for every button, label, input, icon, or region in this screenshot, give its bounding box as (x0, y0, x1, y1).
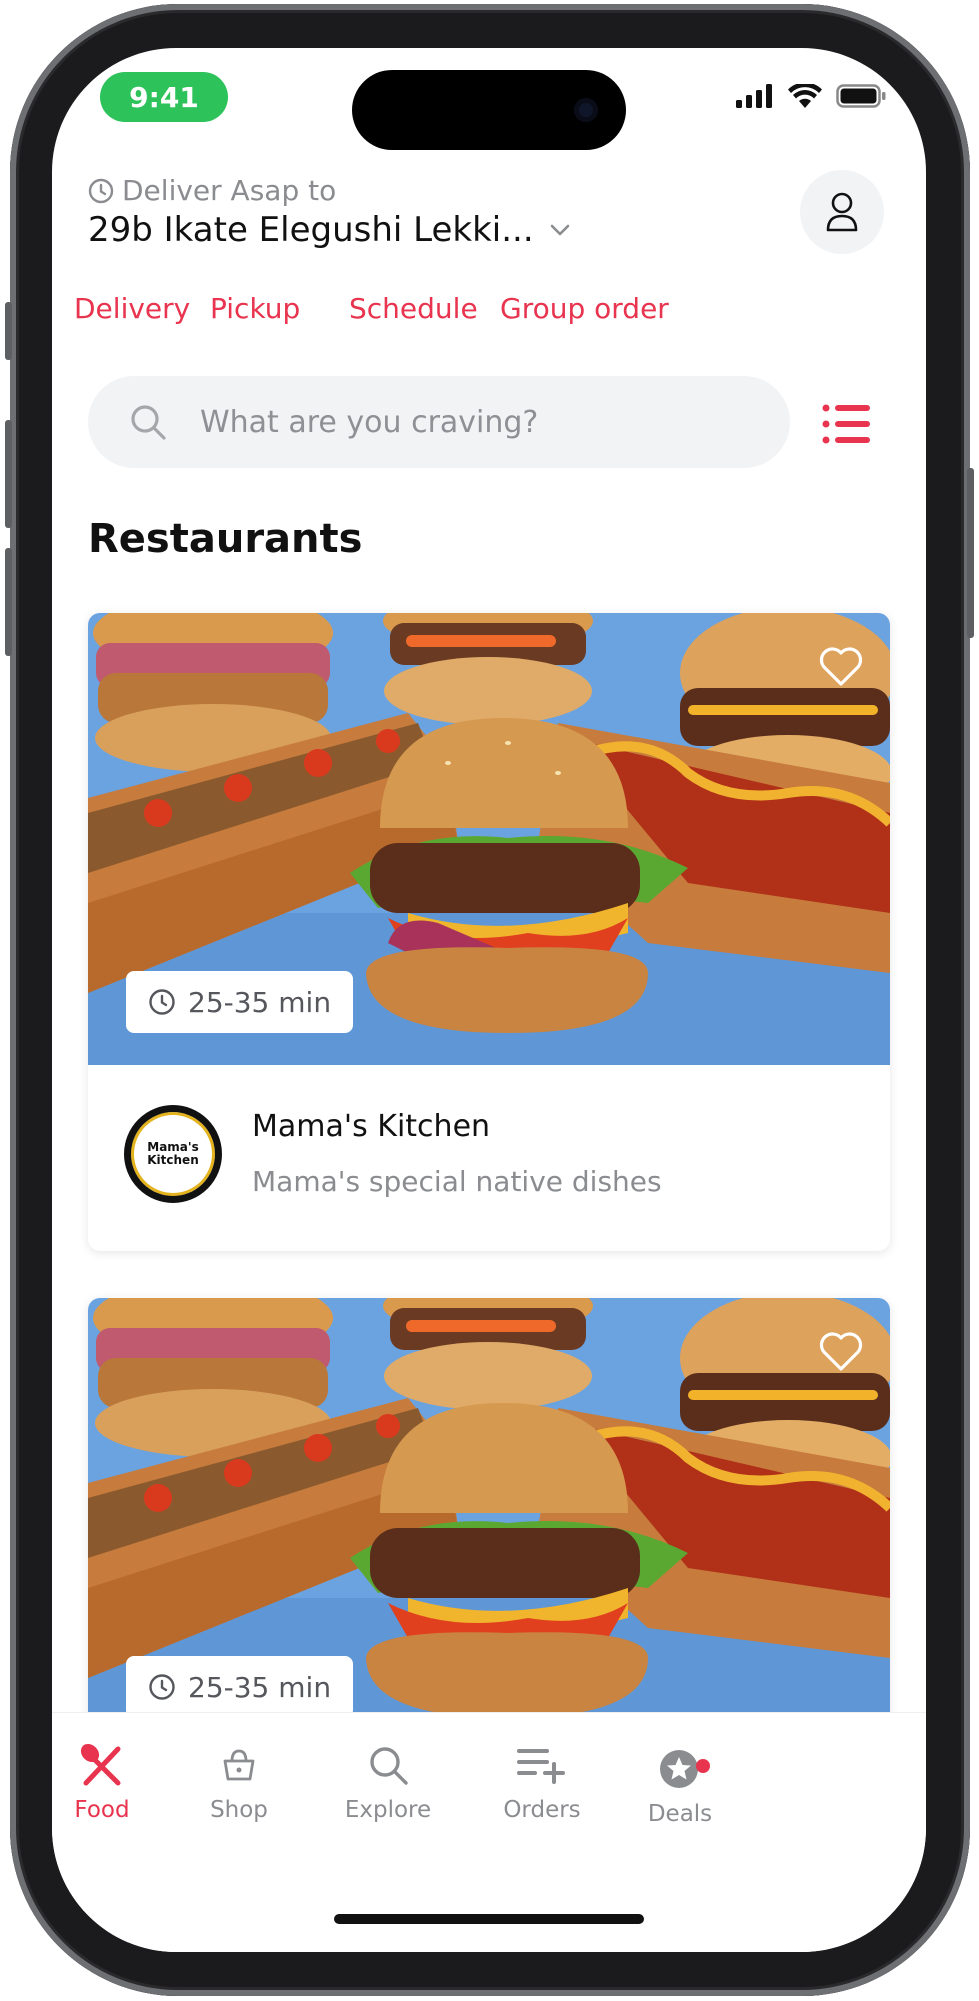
restaurant-image: 25-35 min (88, 1298, 890, 1750)
eta-text: 25-35 min (188, 1670, 332, 1704)
list-filter-icon[interactable] (822, 402, 870, 446)
basket-icon (223, 1749, 255, 1781)
mode-pickup[interactable]: Pickup (210, 292, 300, 325)
profile-button[interactable] (800, 170, 884, 254)
battery-icon (836, 84, 886, 108)
tab-shop[interactable]: Shop (179, 1743, 299, 1823)
clock-icon (149, 989, 175, 1015)
restaurant-name: Mama's Kitchen (252, 1109, 491, 1144)
tab-label: Explore (344, 1797, 432, 1823)
chevron-down-icon (550, 224, 569, 236)
tab-orders[interactable]: Orders (482, 1743, 602, 1823)
restaurant-logo: Mama's Kitchen (124, 1105, 222, 1203)
fork-knife-icon (80, 1743, 121, 1786)
tab-explore[interactable]: Explore (328, 1743, 448, 1823)
user-icon (826, 192, 858, 232)
front-camera (574, 98, 598, 122)
restaurant-image: 25-35 min (88, 613, 890, 1065)
volume-up-button (5, 420, 12, 528)
mode-delivery[interactable]: Delivery (74, 292, 190, 325)
restaurant-description: Mama's special native dishes (252, 1165, 662, 1198)
deliver-label: Deliver Asap to (122, 174, 337, 207)
order-mode-tabs: Delivery Pickup Schedule Group order (52, 292, 926, 336)
list-add-icon (517, 1749, 565, 1784)
eta-badge: 25-35 min (126, 1656, 354, 1718)
restaurant-info: Mama's Kitchen Mama's Kitchen Mama's spe… (88, 1065, 890, 1251)
home-indicator (334, 1914, 644, 1924)
notification-dot (696, 1759, 710, 1773)
mode-group-order[interactable]: Group order (500, 292, 669, 325)
screen: 9:41 Deliver Asap to 29b Ikate Elegushi … (52, 48, 926, 1952)
status-time: 9:41 (100, 72, 228, 122)
volume-down-button (5, 548, 12, 656)
favorite-heart-icon[interactable] (818, 645, 864, 687)
tab-label: Food (74, 1797, 130, 1823)
wifi-icon (788, 84, 822, 108)
tab-label: Deals (647, 1801, 713, 1827)
search-icon (131, 405, 166, 440)
tab-label: Orders (503, 1797, 581, 1823)
delivery-address: 29b Ikate Elegushi Lekki... (88, 210, 534, 250)
eta-text: 25-35 min (188, 985, 332, 1019)
deliver-label-row: Deliver Asap to (88, 174, 336, 207)
cellular-signal-icon (736, 84, 772, 108)
eta-badge: 25-35 min (126, 971, 354, 1033)
restaurant-card[interactable]: 25-35 min (88, 1298, 890, 1758)
dynamic-island (352, 70, 626, 150)
favorite-heart-icon[interactable] (818, 1330, 864, 1372)
tab-deals[interactable]: Deals (620, 1743, 740, 1827)
search-bar[interactable]: What are you craving? (88, 376, 790, 468)
clock-icon (149, 1674, 175, 1700)
power-button (967, 468, 974, 638)
status-icons (736, 84, 886, 108)
search-icon (370, 1747, 408, 1785)
mode-schedule[interactable]: Schedule (349, 292, 478, 325)
restaurant-logo-text: Mama's Kitchen (147, 1140, 199, 1167)
restaurant-card[interactable]: 25-35 min Mama's Kitchen Mama's Kitchen … (88, 613, 890, 1251)
section-title: Restaurants (88, 516, 363, 562)
search-input[interactable]: What are you craving? (200, 405, 538, 440)
silent-switch (5, 302, 12, 360)
tab-label: Shop (210, 1797, 268, 1823)
tab-food[interactable]: Food (52, 1743, 162, 1823)
clock-icon (88, 178, 114, 203)
address-selector[interactable]: 29b Ikate Elegushi Lekki... (88, 210, 570, 250)
